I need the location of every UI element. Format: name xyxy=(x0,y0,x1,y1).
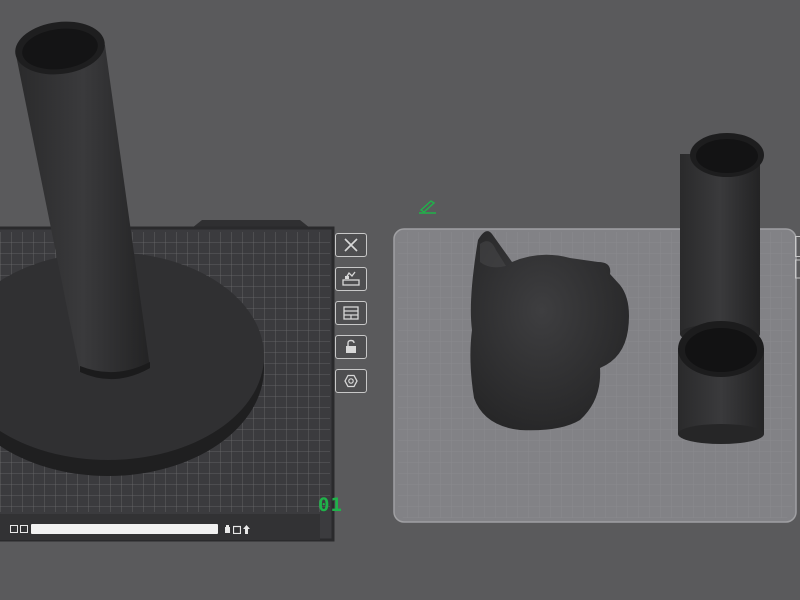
tube2-body xyxy=(680,154,760,334)
plate-index-label: 01 xyxy=(318,494,343,516)
weight-icon xyxy=(225,524,230,533)
3d-viewport[interactable] xyxy=(0,0,800,600)
square-icon xyxy=(233,525,241,534)
model-tube-short[interactable] xyxy=(678,321,764,444)
upload-icon xyxy=(243,524,250,534)
plate-icon xyxy=(10,525,18,533)
plate-1-toolbar xyxy=(335,233,369,393)
remove-plate-button[interactable] xyxy=(335,233,367,257)
slice-plate-button[interactable] xyxy=(335,369,367,393)
plate-name-bar[interactable] xyxy=(10,522,250,536)
model-tube-tall-2[interactable] xyxy=(680,133,764,344)
close-icon xyxy=(344,238,358,252)
plate-name-field[interactable] xyxy=(31,524,218,534)
hexagon-icon xyxy=(344,374,358,388)
auto-arrange-button[interactable] xyxy=(335,267,367,291)
tube3-bottom xyxy=(678,424,764,444)
pencil-icon[interactable] xyxy=(418,198,438,214)
plate-2-toolbar-edge[interactable] xyxy=(795,236,800,280)
arrange-icon xyxy=(342,271,360,286)
unlock-icon xyxy=(346,339,356,353)
tube2-top-hole xyxy=(696,139,758,173)
layout-icon xyxy=(343,306,359,320)
lock-plate-button[interactable] xyxy=(335,335,367,359)
plate-settings-button[interactable] xyxy=(335,301,367,325)
filament-icon xyxy=(20,525,28,533)
tube3-top-hole xyxy=(685,328,757,372)
